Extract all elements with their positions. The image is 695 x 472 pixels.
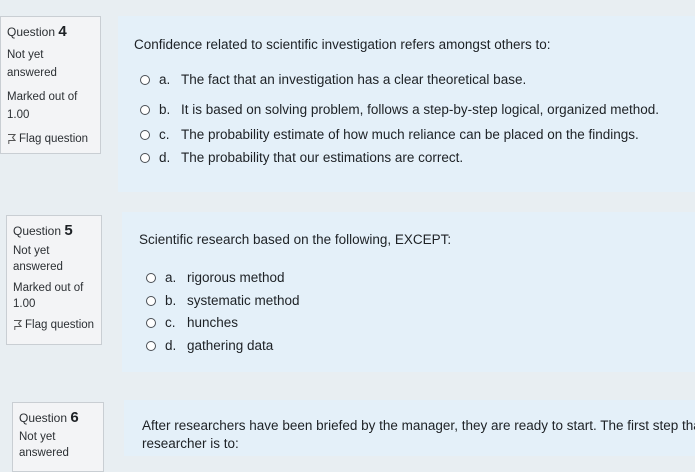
question-text-line1: After researchers have been briefed by t… (142, 418, 695, 433)
option-text: The fact that an investigation has a cle… (181, 72, 527, 87)
status-line1: Not yet (19, 431, 56, 443)
question-text-line2: researcher is to: (142, 436, 239, 451)
status-line1: Not yet (13, 245, 50, 257)
option-text: hunches (187, 315, 239, 330)
radio-button[interactable] (140, 74, 150, 85)
question-text: Scientific research based on the followi… (139, 232, 452, 247)
option-text: rigorous method (187, 270, 285, 285)
question-status: Not yet answered (19, 429, 97, 461)
flag-question-label: Flag question (19, 133, 89, 145)
radio-button[interactable] (140, 129, 150, 140)
marked-out-of-value: 1.00 (7, 109, 30, 121)
status-line2: answered (7, 67, 57, 79)
marked-out-of-label: Marked out of (13, 282, 84, 294)
question-number: 5 (64, 222, 73, 239)
flag-icon (8, 134, 16, 144)
option-text: The probability estimate of how much rel… (181, 127, 639, 142)
option-letter: d. (159, 150, 171, 165)
marked-out-of-value: 1.00 (13, 298, 36, 310)
answer-option-b[interactable]: b. It is based on solving problem, follo… (140, 102, 659, 117)
question-info-4: Question 4 Not yet answered Marked out o… (0, 16, 101, 154)
radio-button[interactable] (140, 104, 150, 115)
option-text: gathering data (187, 338, 274, 353)
option-letter: b. (159, 102, 171, 117)
question-label: Question (19, 411, 68, 425)
question-content-4: Confidence related to scientific investi… (118, 16, 695, 192)
question-number: 4 (58, 23, 67, 40)
question-grade: Marked out of 1.00 (7, 88, 94, 124)
answer-option-d[interactable]: d. The probability that our estimations … (140, 150, 463, 165)
question-status: Not yet answered (13, 243, 95, 275)
radio-button[interactable] (146, 295, 156, 306)
marked-out-of-label: Marked out of (7, 91, 78, 103)
option-letter: a. (159, 72, 171, 87)
question-title: Question 4 (7, 23, 94, 41)
answer-option-a[interactable]: a. The fact that an investigation has a … (140, 72, 526, 87)
question-number: 6 (70, 409, 79, 426)
status-line1: Not yet (7, 49, 44, 61)
question-content-5: Scientific research based on the followi… (122, 212, 695, 372)
radio-button[interactable] (140, 152, 150, 163)
option-letter: c. (159, 127, 170, 142)
answer-option-c[interactable]: c. hunches (146, 315, 238, 330)
answer-option-c[interactable]: c. The probability estimate of how much … (140, 127, 639, 142)
option-text: systematic method (187, 293, 300, 308)
question-info-5: Question 5 Not yet answered Marked out o… (6, 215, 102, 345)
option-letter: a. (165, 270, 177, 285)
option-text: It is based on solving problem, follows … (181, 102, 660, 117)
flag-icon (14, 320, 22, 330)
option-letter: d. (165, 338, 177, 353)
question-grade: Marked out of 1.00 (13, 280, 95, 312)
flag-question-label: Flag question (25, 319, 95, 331)
status-line2: answered (19, 447, 69, 459)
question-text: Confidence related to scientific investi… (134, 37, 551, 52)
option-text: The probability that our estimations are… (181, 150, 464, 165)
option-letter: b. (165, 293, 177, 308)
question-title: Question 5 (13, 222, 95, 240)
radio-button[interactable] (146, 317, 156, 328)
flag-question-link[interactable]: Flag question (13, 316, 95, 334)
answer-option-d[interactable]: d. gathering data (146, 338, 273, 353)
radio-button[interactable] (146, 272, 156, 283)
answer-option-b[interactable]: b. systematic method (146, 293, 300, 308)
question-label: Question (13, 224, 62, 238)
question-label: Question (7, 25, 56, 39)
radio-button[interactable] (146, 340, 156, 351)
question-title: Question 6 (19, 409, 97, 427)
question-info-6: Question 6 Not yet answered (12, 402, 104, 472)
answer-option-a[interactable]: a. rigorous method (146, 270, 285, 285)
status-line2: answered (13, 261, 63, 273)
flag-question-link[interactable]: Flag question (7, 130, 94, 148)
option-letter: c. (165, 315, 176, 330)
question-content-6: After researchers have been briefed by t… (124, 400, 695, 456)
question-status: Not yet answered (7, 46, 94, 82)
